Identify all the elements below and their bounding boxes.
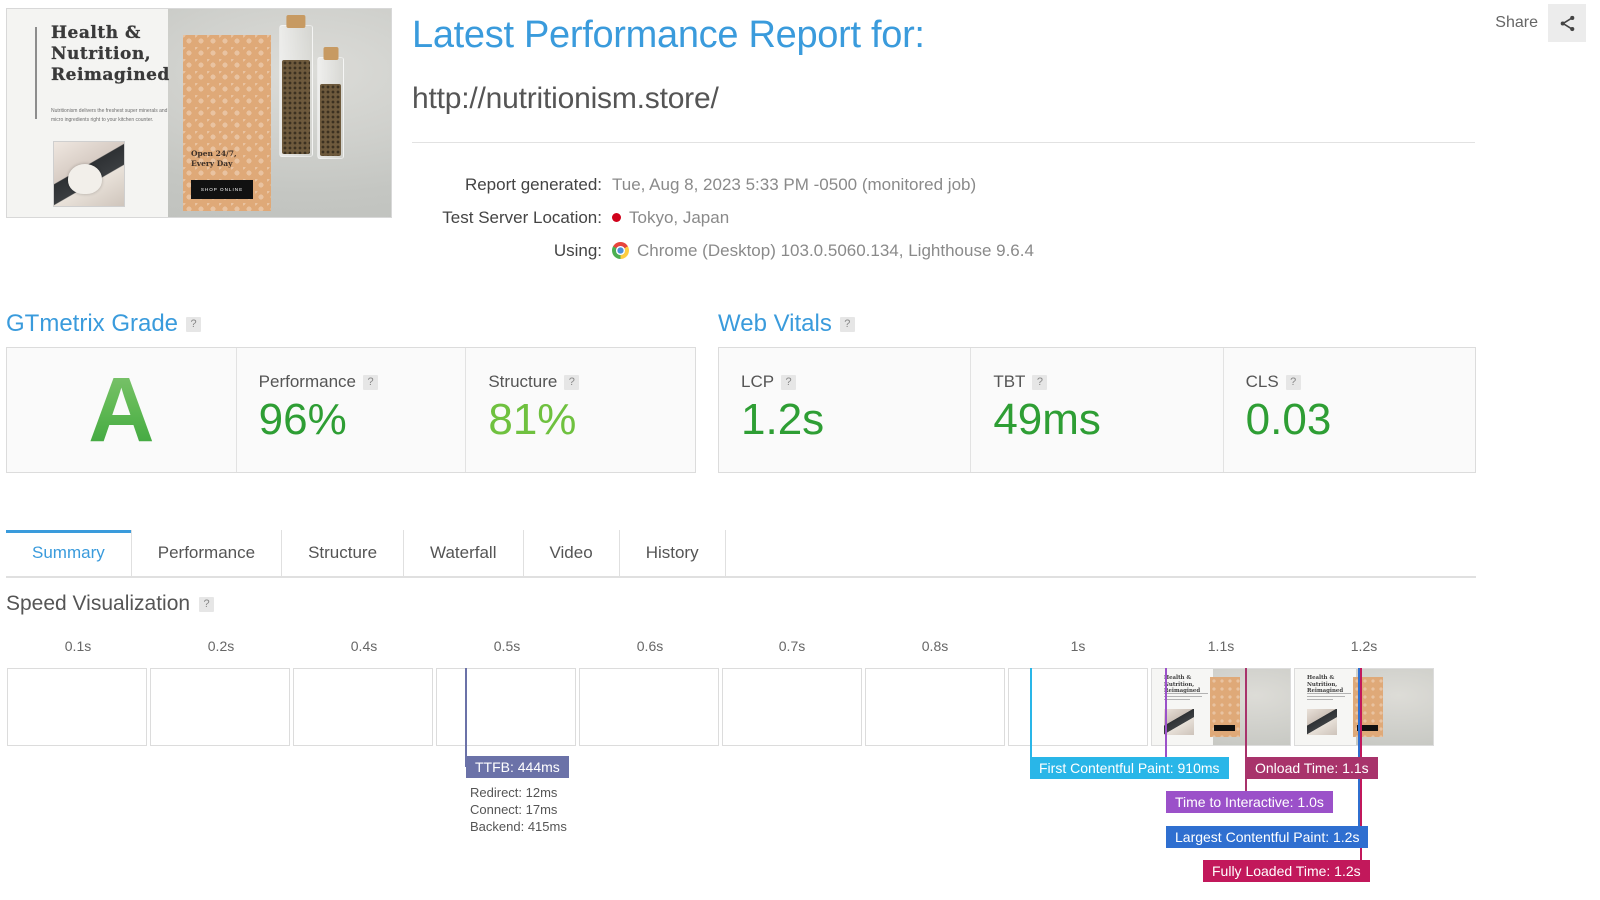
ttfb-breakdown-item: Redirect: 12ms	[470, 785, 558, 800]
timeline-event-badge[interactable]: TTFB: 444ms	[466, 756, 569, 778]
timeline-event-badge[interactable]: Time to Interactive: 1.0s	[1166, 791, 1333, 813]
timeline-event-badge[interactable]: Onload Time: 1.1s	[1246, 757, 1378, 779]
timeline-marker	[465, 668, 467, 746]
ttfb-breakdown-item: Backend: 415ms	[470, 819, 567, 834]
timeline-event-labels: TTFB: 444ms First Contentful Paint: 910ms…	[0, 0, 1600, 900]
timeline-marker	[1245, 668, 1247, 746]
timeline-marker	[1165, 668, 1167, 746]
timeline-marker	[1030, 668, 1032, 746]
ttfb-breakdown-item: Connect: 17ms	[470, 802, 558, 817]
timeline-event-badge[interactable]: First Contentful Paint: 910ms	[1030, 757, 1229, 779]
ttfb-breakdown: Redirect: 12ms Connect: 17ms Backend: 415m…	[470, 784, 567, 835]
timeline-event-badge[interactable]: Largest Contentful Paint: 1.2s	[1166, 826, 1369, 848]
timeline-marker	[1360, 668, 1362, 746]
timeline-event-badge[interactable]: Fully Loaded Time: 1.2s	[1203, 860, 1370, 882]
